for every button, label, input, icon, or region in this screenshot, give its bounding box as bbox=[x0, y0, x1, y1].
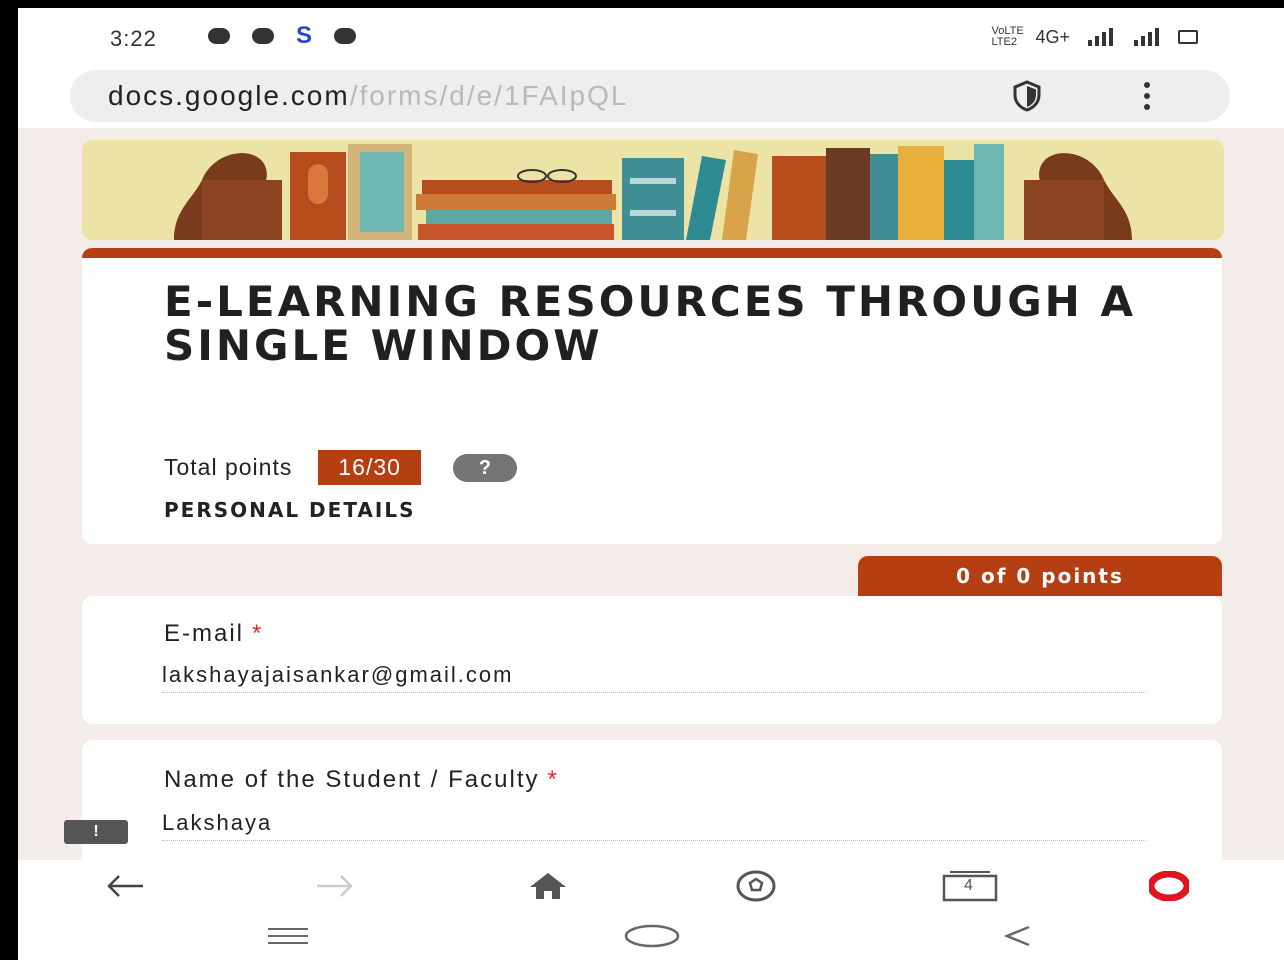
total-points-badge: 16/30 bbox=[318, 450, 421, 485]
signal-icon-2 bbox=[1134, 28, 1159, 46]
s-app-icon: S bbox=[296, 22, 313, 49]
network-label: 4G+ bbox=[1035, 26, 1070, 47]
total-points-label: Total points bbox=[164, 454, 293, 480]
url-bar[interactable]: docs.google.com/forms/d/e/1FAIpQL bbox=[70, 70, 1230, 122]
battery-icon bbox=[1178, 30, 1198, 44]
bookshelf-illustration bbox=[174, 144, 1132, 240]
status-time: 3:22 bbox=[110, 26, 157, 51]
total-points-row: Total points 16/30 ? bbox=[164, 450, 517, 485]
signal-icon bbox=[1088, 28, 1113, 46]
required-asterisk: * bbox=[547, 766, 559, 793]
notification-icons: S bbox=[208, 22, 357, 49]
message-notification-icon bbox=[334, 28, 357, 44]
url-path: /forms/d/e/1FAIpQL bbox=[349, 80, 629, 111]
section-label: PERSONAL DETAILS bbox=[164, 498, 416, 522]
question-card-email: E-mail * lakshayajaisankar@gmail.com bbox=[82, 596, 1222, 724]
carrier-label: VoLTE LTE2 bbox=[991, 25, 1024, 48]
system-nav-bar bbox=[18, 912, 1284, 960]
section-points-badge: 0 of 0 points bbox=[858, 556, 1222, 596]
home-circle-icon[interactable] bbox=[622, 920, 682, 952]
question-text: Name of the Student / Faculty bbox=[164, 766, 540, 793]
opera-icon[interactable] bbox=[1144, 870, 1194, 902]
email-answer: lakshayajaisankar@gmail.com bbox=[162, 662, 1146, 693]
chat-notification-icon bbox=[252, 28, 274, 44]
feedback-icon[interactable]: ! bbox=[64, 820, 128, 844]
help-icon[interactable]: ? bbox=[452, 453, 517, 482]
question-label: E-mail * bbox=[164, 620, 263, 648]
browser-toolbar: 4 bbox=[18, 860, 1284, 912]
kebab-menu-icon[interactable] bbox=[1142, 82, 1152, 110]
home-icon[interactable] bbox=[520, 870, 576, 902]
media-notification-icon bbox=[208, 28, 230, 44]
question-label: Name of the Student / Faculty * bbox=[164, 766, 559, 794]
form-title: E-LEARNING RESOURCES THROUGH A SINGLE WI… bbox=[164, 277, 1136, 370]
name-answer: Lakshaya bbox=[162, 810, 1146, 841]
back-chevron-icon[interactable] bbox=[998, 920, 1038, 952]
phone-screen: 3:22 S VoLTE LTE2 4G+ docs.google.com/fo… bbox=[18, 8, 1284, 960]
form-banner-image bbox=[82, 140, 1224, 240]
browser-address-area: docs.google.com/forms/d/e/1FAIpQL bbox=[18, 64, 1284, 128]
form-header-card: E-LEARNING RESOURCES THROUGH A SINGLE WI… bbox=[82, 248, 1222, 544]
url-text[interactable]: docs.google.com/forms/d/e/1FAIpQL bbox=[108, 80, 628, 112]
required-asterisk: * bbox=[252, 620, 264, 647]
back-arrow-icon[interactable] bbox=[100, 870, 150, 902]
status-bar: 3:22 S VoLTE LTE2 4G+ bbox=[18, 8, 1284, 64]
forward-arrow-icon[interactable] bbox=[310, 870, 360, 902]
status-right: VoLTE LTE2 4G+ bbox=[991, 26, 1198, 48]
tab-count: 4 bbox=[964, 877, 973, 894]
url-host: docs.google.com bbox=[108, 80, 350, 111]
question-text: E-mail bbox=[164, 620, 245, 647]
recent-apps-icon[interactable] bbox=[258, 920, 318, 952]
shield-icon[interactable] bbox=[1012, 80, 1042, 112]
soccer-ball-icon[interactable] bbox=[726, 870, 786, 902]
tabs-icon[interactable]: 4 bbox=[940, 870, 1000, 902]
